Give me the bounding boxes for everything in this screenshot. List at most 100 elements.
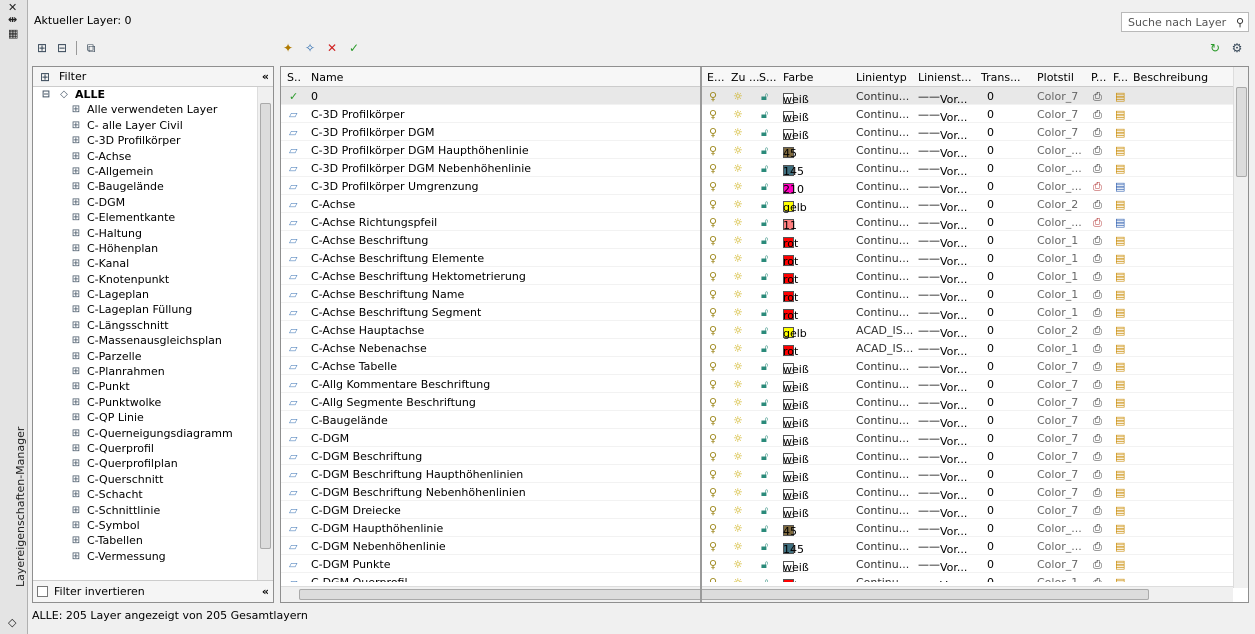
filter-item[interactable]: ⊞ C-Querschnitt bbox=[33, 472, 261, 487]
transparency[interactable]: 0 bbox=[987, 522, 994, 535]
layer-row[interactable]: ▱ C-Achse Beschriftung Name ♀ ☼ 🔓︎ rot Continu… bbox=[281, 285, 1233, 304]
sun-icon[interactable]: ☼ bbox=[733, 252, 743, 265]
unlock-icon[interactable]: 🔓︎ bbox=[761, 414, 768, 428]
bulb-icon[interactable]: ♀ bbox=[709, 180, 717, 193]
linetype[interactable]: Continu... bbox=[856, 108, 909, 121]
lineweight[interactable]: —— Vor... bbox=[918, 108, 967, 124]
column-header[interactable]: Farbe bbox=[783, 71, 813, 84]
unlock-icon[interactable]: 🔓︎ bbox=[761, 576, 768, 582]
filter-item[interactable]: ⊞ C-Schacht bbox=[33, 487, 261, 502]
layer-name[interactable]: C-DGM Haupthöhenlinie bbox=[311, 522, 443, 535]
layer-row[interactable]: ▱ C-Achse Beschriftung Hektometrierung ♀ ☼ 🔓… bbox=[281, 267, 1233, 286]
new-property-filter-icon[interactable]: ⊞ bbox=[34, 40, 50, 56]
plotstyle[interactable]: Color_7 bbox=[1037, 432, 1078, 445]
sun-icon[interactable]: ☼ bbox=[733, 432, 743, 445]
vp-freeze-icon[interactable]: ▤ bbox=[1115, 324, 1125, 337]
collapse-filter-icon[interactable]: « bbox=[262, 70, 269, 83]
unlock-icon[interactable]: 🔓︎ bbox=[761, 450, 768, 464]
lineweight[interactable]: —— Vor... bbox=[918, 540, 967, 556]
plotstyle[interactable]: Color_... bbox=[1037, 216, 1082, 229]
lineweight[interactable]: —— Vor... bbox=[918, 234, 967, 250]
plotstyle[interactable]: Color_7 bbox=[1037, 360, 1078, 373]
filter-item[interactable]: ⊞ C-Knotenpunkt bbox=[33, 272, 261, 287]
vp-freeze-icon[interactable]: ▤ bbox=[1115, 288, 1125, 301]
layer-row[interactable]: ▱ C-DGM Dreiecke ♀ ☼ 🔓︎ weiß Continu... —— Vor.… bbox=[281, 501, 1233, 520]
printer-icon[interactable]: ⎙ bbox=[1093, 234, 1102, 248]
transparency[interactable]: 0 bbox=[987, 324, 994, 337]
layer-name[interactable]: C-Baugelände bbox=[311, 414, 388, 427]
lineweight[interactable]: —— Vor... bbox=[918, 216, 967, 232]
sun-icon[interactable]: ☼ bbox=[733, 540, 743, 553]
layer-row[interactable]: ▱ C-Achse Beschriftung Elemente ♀ ☼ 🔓︎ rot Con… bbox=[281, 249, 1233, 268]
printer-icon[interactable]: ⎙ bbox=[1093, 486, 1102, 500]
search-icon[interactable]: ⚲ bbox=[1236, 16, 1244, 29]
lineweight[interactable]: —— Vor... bbox=[918, 378, 967, 394]
printer-icon[interactable]: ⎙ bbox=[1093, 432, 1102, 446]
transparency[interactable]: 0 bbox=[987, 360, 994, 373]
lineweight[interactable]: —— Vor... bbox=[918, 468, 967, 484]
vp-freeze-icon[interactable]: ▤ bbox=[1115, 342, 1125, 355]
filter-item[interactable]: ⊞ C-Lageplan bbox=[33, 287, 261, 302]
bulb-icon[interactable]: ♀ bbox=[709, 162, 717, 175]
printer-icon[interactable]: ⎙ bbox=[1093, 144, 1102, 158]
plotstyle[interactable]: Color_1 bbox=[1037, 252, 1078, 265]
transparency[interactable]: 0 bbox=[987, 90, 994, 103]
printer-icon[interactable]: ⎙ bbox=[1093, 396, 1102, 410]
new-group-filter-icon[interactable]: ⊟ bbox=[54, 40, 70, 56]
filter-item[interactable]: ⊞ C-Höhenplan bbox=[33, 241, 261, 256]
layer-row[interactable]: ▱ C-Achse Nebenachse ♀ ☼ 🔓︎ rot ACAD_IS... —— V… bbox=[281, 339, 1233, 358]
sun-icon[interactable]: ☼ bbox=[733, 126, 743, 139]
unlock-icon[interactable]: 🔓︎ bbox=[761, 504, 768, 518]
vp-freeze-icon[interactable]: ▤ bbox=[1115, 108, 1125, 121]
filter-item[interactable]: ⊞ C-Querneigungsdiagramm bbox=[33, 426, 261, 441]
column-header[interactable]: Linientyp bbox=[856, 71, 907, 84]
transparency[interactable]: 0 bbox=[987, 468, 994, 481]
linetype[interactable]: Continu... bbox=[856, 234, 909, 247]
plotstyle[interactable]: Color_7 bbox=[1037, 450, 1078, 463]
horizontal-scrollbar-thumb[interactable] bbox=[299, 589, 1149, 600]
plotstyle[interactable]: Color_... bbox=[1037, 180, 1082, 193]
layer-name[interactable]: C-DGM Beschriftung Nebenhöhenlinien bbox=[311, 486, 526, 499]
plotstyle[interactable]: Color_1 bbox=[1037, 288, 1078, 301]
vp-freeze-icon[interactable]: ▤ bbox=[1115, 486, 1125, 499]
plotstyle[interactable]: Color_1 bbox=[1037, 270, 1078, 283]
unlock-icon[interactable]: 🔓︎ bbox=[761, 306, 768, 320]
lineweight[interactable]: —— Vor... bbox=[918, 324, 967, 340]
delete-layer-icon[interactable]: ✕ bbox=[324, 40, 340, 56]
printer-icon[interactable]: ⎙ bbox=[1093, 522, 1102, 536]
transparency[interactable]: 0 bbox=[987, 432, 994, 445]
plotstyle[interactable]: Color_1 bbox=[1037, 306, 1078, 319]
filter-item[interactable]: ⊞ C-Querprofilplan bbox=[33, 456, 261, 471]
bulb-icon[interactable]: ♀ bbox=[709, 450, 717, 463]
sun-icon[interactable]: ☼ bbox=[733, 108, 743, 121]
bulb-icon[interactable]: ♀ bbox=[709, 216, 717, 229]
layer-name[interactable]: C-Achse Beschriftung Name bbox=[311, 288, 464, 301]
lineweight[interactable]: —— Vor... bbox=[918, 522, 967, 538]
layer-name[interactable]: C-DGM bbox=[311, 432, 349, 445]
layer-name[interactable]: C-DGM Dreiecke bbox=[311, 504, 401, 517]
linetype[interactable]: Continu... bbox=[856, 306, 909, 319]
sun-icon[interactable]: ☼ bbox=[733, 144, 743, 157]
vp-freeze-icon[interactable]: ▤ bbox=[1115, 504, 1125, 517]
unlock-icon[interactable]: 🔓︎ bbox=[761, 234, 768, 248]
vp-freeze-icon[interactable]: ▤ bbox=[1115, 468, 1125, 481]
layer-name[interactable]: C-3D Profilkörper Umgrenzung bbox=[311, 180, 479, 193]
linetype[interactable]: Continu... bbox=[856, 468, 909, 481]
bulb-icon[interactable]: ♀ bbox=[709, 144, 717, 157]
lineweight[interactable]: —— Vor... bbox=[918, 576, 967, 582]
printer-icon[interactable]: ⎙ bbox=[1093, 126, 1102, 140]
filter-item[interactable]: ⊞ C- alle Layer Civil bbox=[33, 118, 261, 133]
lineweight[interactable]: —— Vor... bbox=[918, 504, 967, 520]
lineweight[interactable]: —— Vor... bbox=[918, 180, 967, 196]
sun-icon[interactable]: ☼ bbox=[733, 486, 743, 499]
plotstyle[interactable]: Color_7 bbox=[1037, 468, 1078, 481]
transparency[interactable]: 0 bbox=[987, 108, 994, 121]
unlock-icon[interactable]: 🔓︎ bbox=[761, 432, 768, 446]
unlock-icon[interactable]: 🔓︎ bbox=[761, 324, 768, 338]
layer-row[interactable]: ▱ C-Achse Beschriftung ♀ ☼ 🔓︎ rot Continu... ——… bbox=[281, 231, 1233, 250]
bulb-icon[interactable]: ♀ bbox=[709, 576, 717, 582]
unlock-icon[interactable]: 🔓︎ bbox=[761, 90, 768, 104]
sun-icon[interactable]: ☼ bbox=[733, 216, 743, 229]
auto-hide-icon[interactable]: ⇹ bbox=[8, 14, 17, 26]
printer-icon[interactable]: ⎙ bbox=[1093, 270, 1102, 284]
